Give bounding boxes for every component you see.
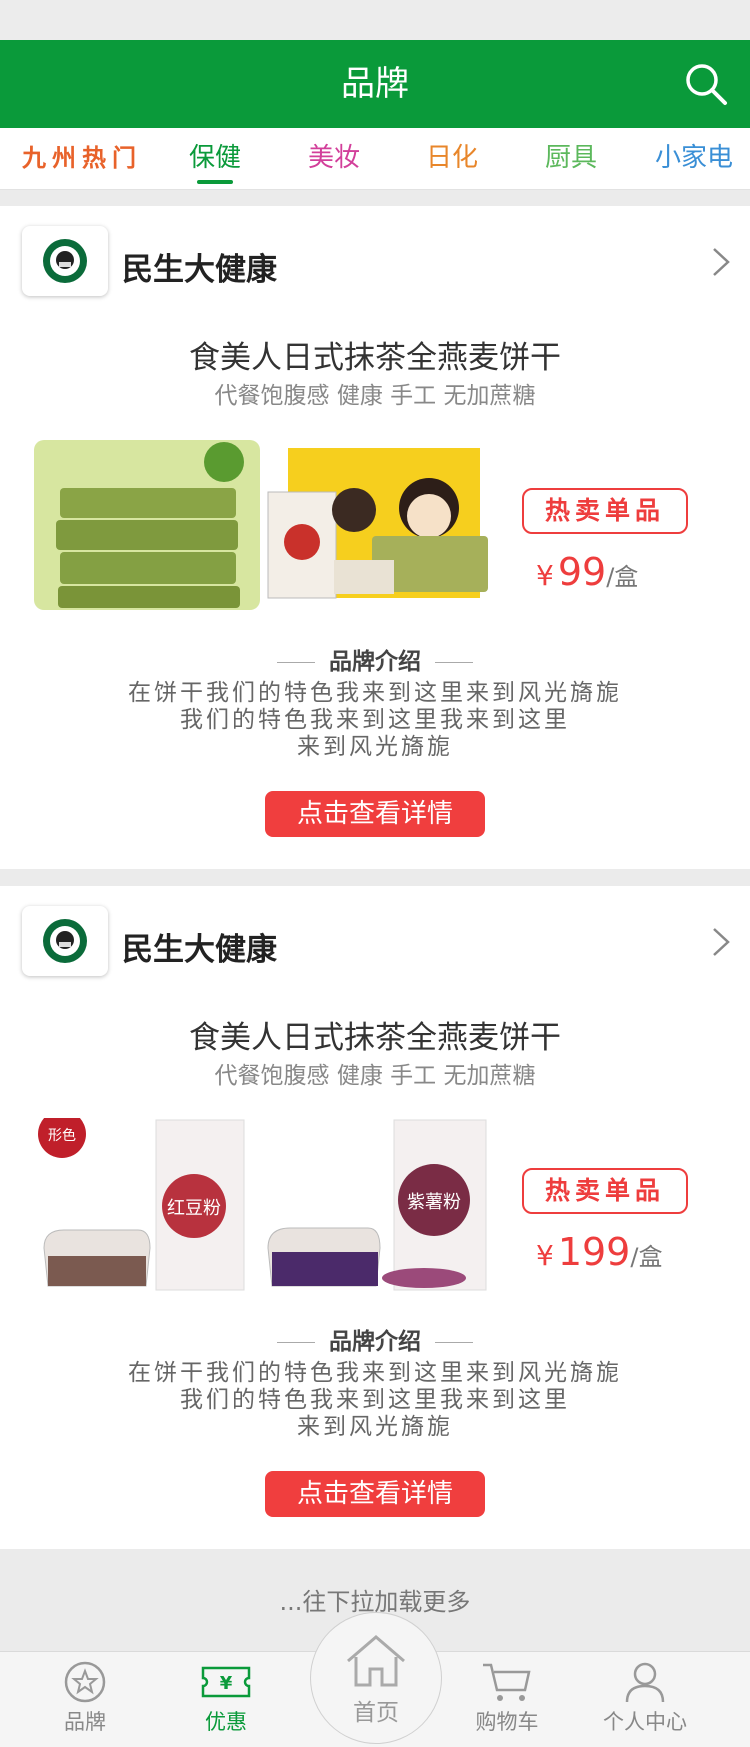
view-details-button[interactable]: 点击查看详情 [265, 1471, 485, 1517]
brand-card: 民生大健康 食美人日式抹茶全燕麦饼干 代餐饱腹感 健康 手工 无加蔗糖 热卖单品… [0, 206, 750, 869]
intro-line: 我们的特色我来到这里我来到这里 [180, 1387, 570, 1413]
nav-label: 品牌 [64, 1710, 106, 1734]
nav-brand[interactable]: 品牌 [25, 1660, 145, 1736]
product-title: 食美人日式抹茶全燕麦饼干 [189, 340, 561, 376]
nav-label: 首页 [353, 1700, 399, 1726]
product-subtitle: 代餐饱腹感 健康 手工 无加蔗糖 [214, 1063, 536, 1089]
intro-line: 在饼干我们的特色我来到这里来到风光旖旎 [128, 1360, 622, 1386]
tab-health[interactable]: 保健 [175, 128, 255, 190]
tab-label: 美妆 [307, 143, 360, 173]
intro-line: 来到风光旖旎 [297, 1414, 453, 1440]
price-value: 199 [557, 1230, 631, 1274]
intro-text: 在饼干我们的特色我来到这里来到风光旖旎 我们的特色我来到这里我来到这里 来到风光… [60, 1360, 690, 1441]
coupon-icon: ¥ [201, 1666, 251, 1698]
nav-profile[interactable]: 个人中心 [583, 1660, 707, 1736]
brand-name[interactable]: 民生大健康 [122, 244, 277, 289]
tab-label: 九州热门 [22, 144, 142, 172]
image-badge-text: 形色 [48, 1127, 76, 1144]
tab-label: 厨具 [544, 143, 597, 173]
product-image-matcha [34, 440, 488, 610]
intro-line: 来到风光旖旎 [297, 734, 453, 760]
nav-cart[interactable]: 购物车 [447, 1660, 567, 1736]
image-box1-text: 红豆粉 [167, 1198, 221, 1219]
intro-heading: 品牌介绍 [0, 1322, 750, 1356]
nav-coupon[interactable]: ¥ 优惠 [166, 1660, 286, 1736]
nav-label: 个人中心 [603, 1710, 687, 1734]
price: ¥99/盒 [536, 550, 638, 594]
brand-card: 民生大健康 食美人日式抹茶全燕麦饼干 代餐饱腹感 健康 手工 无加蔗糖 形色 红… [0, 886, 750, 1549]
intro-heading-label: 品牌介绍 [329, 1329, 421, 1355]
tab-hot[interactable]: 九州热门 [18, 128, 146, 190]
intro-heading-label: 品牌介绍 [329, 649, 421, 675]
coupon-symbol: ¥ [220, 1673, 233, 1694]
brand-logo-icon [43, 239, 87, 283]
view-details-button[interactable]: 点击查看详情 [265, 791, 485, 837]
tab-label: 日化 [425, 143, 478, 173]
user-icon [625, 1662, 665, 1703]
brand-logo[interactable] [22, 906, 108, 976]
price-unit: /盒 [606, 563, 639, 591]
tab-kitchen[interactable]: 厨具 [531, 128, 611, 190]
search-icon[interactable] [684, 62, 728, 106]
cart-icon [483, 1663, 531, 1701]
tab-label: 保健 [188, 143, 241, 173]
nav-label: 购物车 [475, 1710, 539, 1734]
product-image[interactable] [34, 440, 490, 612]
nav-label: 优惠 [205, 1710, 247, 1734]
currency: ¥ [536, 1239, 554, 1272]
home-icon [347, 1635, 405, 1687]
brand-icon [64, 1661, 106, 1703]
active-tab-indicator [197, 180, 233, 184]
chevron-right-icon[interactable] [710, 246, 732, 278]
nav-home[interactable]: 首页 [310, 1612, 442, 1744]
price-value: 99 [557, 550, 607, 594]
product-subtitle: 代餐饱腹感 健康 手工 无加蔗糖 [214, 383, 536, 409]
tab-appliance[interactable]: 小家电 [644, 128, 744, 190]
tab-label: 小家电 [654, 143, 733, 173]
intro-line: 在饼干我们的特色我来到这里来到风光旖旎 [128, 680, 622, 706]
intro-line: 我们的特色我来到这里我来到这里 [180, 707, 570, 733]
product-image[interactable]: 形色 红豆粉 紫薯粉 [34, 1118, 490, 1292]
page-title: 品牌 [341, 64, 409, 104]
price-unit: /盒 [630, 1243, 663, 1271]
currency: ¥ [536, 559, 554, 592]
price: ¥199/盒 [536, 1230, 662, 1274]
image-box2-text: 紫薯粉 [407, 1192, 461, 1213]
tab-beauty[interactable]: 美妆 [294, 128, 374, 190]
app-header: 品牌 [0, 40, 750, 128]
hot-sale-badge: 热卖单品 [522, 1168, 688, 1214]
intro-text: 在饼干我们的特色我来到这里来到风光旖旎 我们的特色我来到这里我来到这里 来到风光… [60, 680, 690, 761]
hot-sale-badge: 热卖单品 [522, 488, 688, 534]
product-title: 食美人日式抹茶全燕麦饼干 [189, 1020, 561, 1056]
chevron-right-icon[interactable] [710, 926, 732, 958]
intro-heading: 品牌介绍 [0, 642, 750, 676]
brand-name[interactable]: 民生大健康 [122, 924, 277, 969]
brand-logo-icon [43, 919, 87, 963]
brand-logo[interactable] [22, 226, 108, 296]
category-tabs: 九州热门 保健 美妆 日化 厨具 小家电 [0, 128, 750, 190]
status-bar [0, 0, 750, 40]
product-image-powder: 形色 红豆粉 紫薯粉 [38, 1118, 487, 1291]
tab-daily[interactable]: 日化 [412, 128, 492, 190]
